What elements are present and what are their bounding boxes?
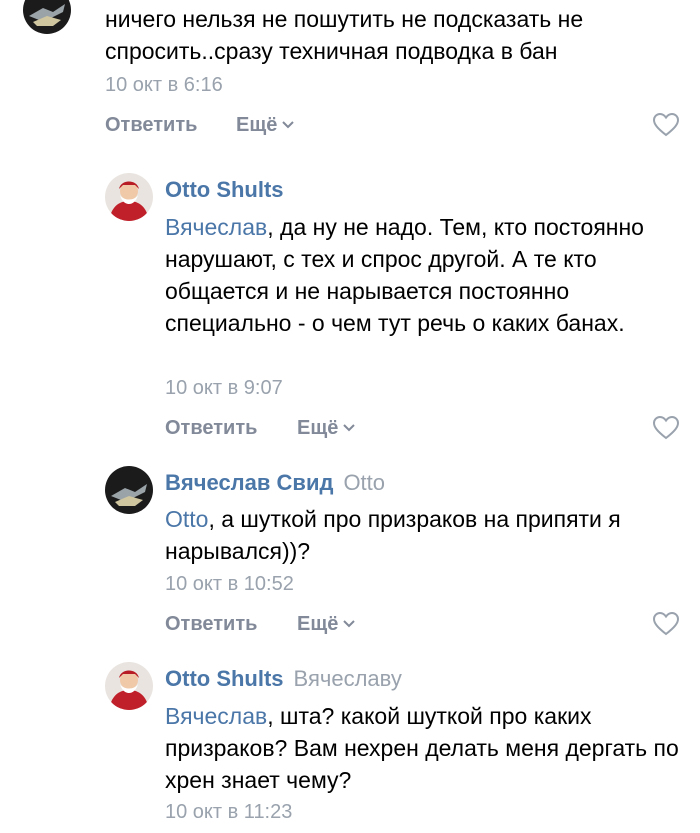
chevron-down-icon <box>343 424 356 432</box>
mention-link[interactable]: Вячеслав <box>165 214 267 240</box>
avatar[interactable] <box>105 173 153 221</box>
mention-link[interactable]: Otto <box>165 506 208 532</box>
avatar[interactable] <box>105 466 153 514</box>
heart-outline-icon <box>652 415 680 440</box>
mention-link[interactable]: Вячеслав <box>165 703 267 729</box>
more-button[interactable]: Ещё <box>297 414 356 442</box>
heart-outline-icon <box>652 112 680 137</box>
comment-date: 10 окт в 11:23 <box>165 801 293 823</box>
reply-button[interactable]: Ответить <box>165 414 257 442</box>
comment-text: Вячеслав, шта? какой шуткой про каких пр… <box>165 703 679 793</box>
comment-date: 10 окт в 9:07 <box>165 377 283 399</box>
author-name[interactable]: Otto Shults <box>165 666 284 691</box>
like-button[interactable] <box>652 112 680 138</box>
avatar[interactable] <box>105 662 153 710</box>
like-button[interactable] <box>652 611 680 637</box>
chevron-down-icon <box>282 121 295 129</box>
reply-to-name[interactable]: Otto <box>343 470 385 495</box>
comment-text: ничего нельзя не пошутить не подсказать … <box>105 6 584 64</box>
comment-author[interactable]: Вячеслав Свид Otto <box>165 468 385 498</box>
heart-outline-icon <box>652 611 680 636</box>
avatar[interactable] <box>23 0 71 34</box>
author-name[interactable]: Вячеслав Свид <box>165 470 333 495</box>
more-label: Ещё <box>297 417 339 439</box>
more-button[interactable]: Ещё <box>236 111 295 139</box>
comment-author[interactable]: Otto Shults Вячеславу <box>165 664 402 694</box>
more-label: Ещё <box>297 613 339 635</box>
comment-text: Вячеслав, да ну не надо. Тем, кто постоя… <box>165 214 644 336</box>
like-button[interactable] <box>652 415 680 441</box>
chevron-down-icon <box>343 620 356 628</box>
comment-author[interactable]: Otto Shults <box>165 175 284 205</box>
comment-date: 10 окт в 6:16 <box>105 74 223 96</box>
reply-button[interactable]: Ответить <box>105 111 197 139</box>
comment-date: 10 окт в 10:52 <box>165 573 294 595</box>
more-button[interactable]: Ещё <box>297 610 356 638</box>
reply-to-name[interactable]: Вячеславу <box>294 666 402 691</box>
comment-text: Otto, а шуткой про призраков на припяти … <box>165 506 621 564</box>
more-label: Ещё <box>236 114 278 136</box>
reply-button[interactable]: Ответить <box>165 610 257 638</box>
